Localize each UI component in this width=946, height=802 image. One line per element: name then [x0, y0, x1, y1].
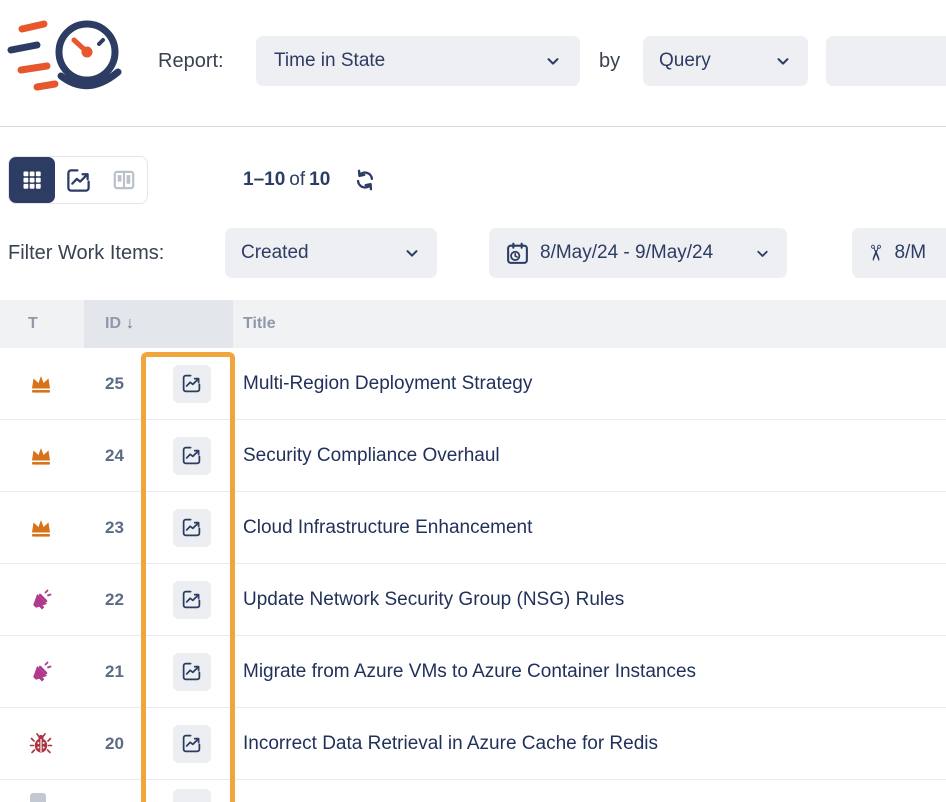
- work-item-title[interactable]: Security Compliance Overhaul: [233, 445, 946, 467]
- table-row: 23 Cloud Infrastructure Enhancement: [0, 492, 946, 564]
- open-chart-button[interactable]: [173, 725, 211, 763]
- type-cell: [0, 372, 84, 396]
- report-label: Report:: [158, 36, 224, 86]
- work-item-title[interactable]: Multi-Region Deployment Strategy: [233, 373, 946, 395]
- work-item-title[interactable]: Cloud Infrastructure Enhancement: [233, 517, 946, 539]
- work-item-id: 24: [84, 446, 150, 466]
- grid-icon: [20, 168, 44, 192]
- table-row: 20 Incorrect Data Retrieval in Azure Cac…: [0, 708, 946, 780]
- board-icon: [111, 167, 137, 193]
- type-cell: [0, 516, 84, 540]
- app-logo: [6, 4, 128, 109]
- calendar-clock-icon: [505, 241, 530, 266]
- comet-clock-logo-icon: [6, 4, 128, 104]
- filter-work-items-label: Filter Work Items:: [8, 228, 164, 278]
- epic-icon: [29, 444, 53, 468]
- column-header-id[interactable]: ID ↓: [84, 300, 233, 348]
- table-row: 24 Security Compliance Overhaul: [0, 420, 946, 492]
- type-cell: [0, 780, 84, 802]
- group-by-dropdown[interactable]: Query: [643, 36, 808, 86]
- open-chart-button[interactable]: [173, 653, 211, 691]
- table-row: 21 Migrate from Azure VMs to Azure Conta…: [0, 636, 946, 708]
- work-item-id: 22: [84, 590, 150, 610]
- open-chart-button[interactable]: [173, 789, 211, 802]
- open-chart-button[interactable]: [173, 365, 211, 403]
- trend-chart-icon: [181, 373, 202, 394]
- trend-chart-icon: [181, 445, 202, 466]
- clipped-top-dropdown[interactable]: [826, 36, 946, 86]
- report-page: Report: Time in State by Query: [0, 0, 946, 802]
- trend-chart-icon: [181, 733, 202, 754]
- table-body: 25 Multi-Region Deployment Strategy: [0, 348, 946, 802]
- feature-icon: [29, 660, 53, 684]
- type-cell: [0, 660, 84, 684]
- open-chart-button[interactable]: [173, 581, 211, 619]
- trend-chart-icon: [181, 517, 202, 538]
- partial-type-icon: [30, 793, 46, 802]
- open-chart-button[interactable]: [173, 437, 211, 475]
- filter-field-value: Created: [241, 242, 309, 264]
- count-range: 1–10: [243, 169, 285, 190]
- clipped-scope-control[interactable]: ✂ 8/M: [852, 228, 946, 278]
- bug-icon: [29, 732, 53, 756]
- report-type-dropdown[interactable]: Time in State: [256, 36, 580, 86]
- epic-icon: [29, 372, 53, 396]
- result-countbar: 1–10of10: [243, 156, 378, 204]
- column-header-title[interactable]: Title: [233, 300, 946, 348]
- type-cell: [0, 732, 84, 756]
- date-range-value: 8/May/24 - 9/May/24: [540, 242, 713, 264]
- count-of: of: [285, 169, 309, 190]
- work-item-title[interactable]: Migrate from Azure VMs to Azure Containe…: [233, 661, 946, 683]
- report-type-value: Time in State: [274, 50, 385, 72]
- trend-chart-icon: [65, 167, 92, 194]
- by-label: by: [599, 36, 620, 86]
- result-count: 1–10of10: [243, 169, 330, 191]
- board-view-button[interactable]: [101, 157, 147, 203]
- feature-icon: [29, 588, 53, 612]
- table-header-row: T ID ↓ Title: [0, 300, 946, 348]
- chevron-down-icon: [754, 245, 771, 262]
- group-by-value: Query: [659, 50, 711, 72]
- count-total: 10: [309, 169, 330, 190]
- trend-chart-icon: [181, 661, 202, 682]
- work-item-id: 23: [84, 518, 150, 538]
- work-item-title[interactable]: Update Network Security Group (NSG) Rule…: [233, 589, 946, 611]
- chevron-down-icon: [544, 52, 562, 70]
- refresh-button[interactable]: [352, 167, 378, 193]
- chevron-down-icon: [403, 244, 421, 262]
- grid-view-button[interactable]: [9, 157, 55, 203]
- table-row-partial: [0, 780, 946, 802]
- clipped-scope-value: 8/M: [894, 242, 926, 264]
- table-row: 25 Multi-Region Deployment Strategy: [0, 348, 946, 420]
- filter-field-dropdown[interactable]: Created: [225, 228, 437, 278]
- chevron-down-icon: [774, 52, 792, 70]
- work-item-id: 25: [84, 374, 150, 394]
- chart-view-button[interactable]: [55, 157, 101, 203]
- scissors-icon: ✂: [862, 244, 888, 262]
- open-chart-button[interactable]: [173, 509, 211, 547]
- view-toggle-group: [8, 156, 148, 204]
- trend-chart-icon: [181, 589, 202, 610]
- work-item-id: 20: [84, 734, 150, 754]
- table-row: 22 Update Network Security Group (NSG) R…: [0, 564, 946, 636]
- work-item-id: 21: [84, 662, 150, 682]
- date-range-dropdown[interactable]: 8/May/24 - 9/May/24: [489, 228, 787, 278]
- type-cell: [0, 588, 84, 612]
- work-item-title[interactable]: Incorrect Data Retrieval in Azure Cache …: [233, 733, 946, 755]
- header-divider: [0, 126, 946, 127]
- sort-desc-icon: ↓: [126, 315, 134, 333]
- epic-icon: [29, 516, 53, 540]
- type-cell: [0, 444, 84, 468]
- refresh-icon: [352, 167, 378, 193]
- column-header-type[interactable]: T: [0, 300, 84, 348]
